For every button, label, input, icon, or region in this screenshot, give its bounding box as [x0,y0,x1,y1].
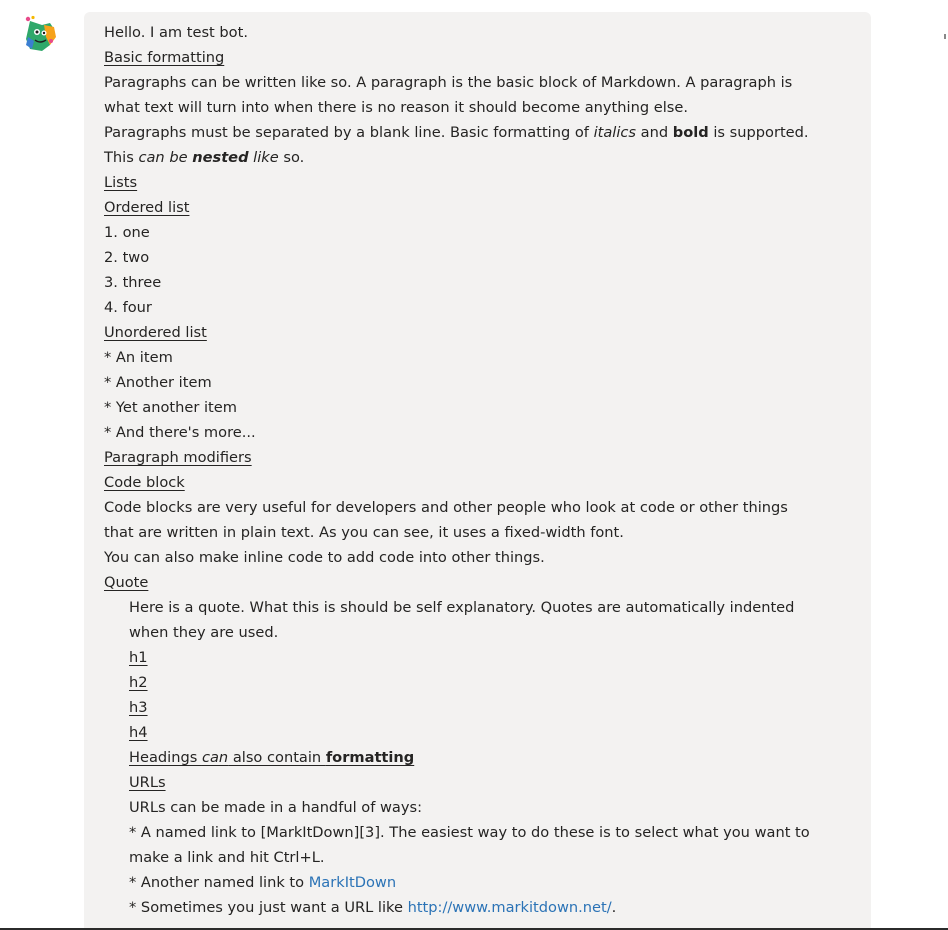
heading-lists: Lists [104,174,138,191]
heading-ordered-list: Ordered list [104,199,190,216]
quote-line: when they are used. [129,624,279,641]
ordered-list-item: 4. four [104,299,152,316]
url-list-item: * Another named link to MarkItDown [129,870,844,895]
text-span: Headings [129,749,202,766]
heading-with-formatting: Headings can also contain formatting [129,749,414,766]
heading-h1: h1 [129,649,148,666]
paragraph-line: what text will turn into when there is n… [104,99,688,116]
code-description-line: Code blocks are very useful for develope… [104,499,788,516]
text-span: is supported. [708,124,809,141]
italic-text: can [201,749,229,766]
nested-formatting-line: This can be nested like so. [104,145,844,170]
quote-block: Here is a quote. What this is should be … [104,595,844,920]
markitdown-link[interactable]: MarkItDown [309,874,396,891]
unordered-list-item: * An item [104,349,173,366]
text-span: This [104,149,139,166]
italic-text: like [248,149,279,166]
quote-line: Here is a quote. What this is should be … [129,599,795,616]
unordered-list-item: * Yet another item [104,399,237,416]
bold-text: formatting [325,749,415,766]
url-list-item: * Sometimes you just want a URL like htt… [129,895,844,920]
message-content: Hello. I am test bot. Basic formatting P… [104,20,844,920]
text-span: Paragraphs must be separated by a blank … [104,124,594,141]
italic-text: can be [138,149,193,166]
heading-unordered-list: Unordered list [104,324,207,341]
heading-urls: URLs [129,774,166,791]
text-span: also contain [228,749,326,766]
paragraph-formatting-line: Paragraphs must be separated by a blank … [104,120,844,145]
heading-quote: Quote [104,574,149,591]
unordered-list-item: * And there's more... [104,424,256,441]
heading-paragraph-modifiers: Paragraph modifiers [104,449,252,466]
text-span: * Sometimes you just want a URL like [129,899,408,916]
urls-intro-text: URLs can be made in a handful of ways: [129,799,423,816]
paragraph-line: Paragraphs can be written like so. A par… [104,74,793,91]
text-span: and [636,124,673,141]
ordered-list-item: 2. two [104,249,150,266]
code-description-line: that are written in plain text. As you c… [104,524,624,541]
markitdown-url-link[interactable]: http://www.markitdown.net/ [408,899,612,916]
heading-basic-formatting: Basic formatting [104,49,225,66]
text-span: * Another named link to [129,874,309,891]
right-edge-mark [944,34,946,39]
bold-text: bold [672,124,709,141]
heading-h2: h2 [129,674,148,691]
greeting-text: Hello. I am test bot. [104,24,248,41]
heading-h3: h3 [129,699,148,716]
bot-avatar-icon[interactable] [20,15,60,55]
bold-italic-text: nested [192,149,249,166]
italic-text: italics [593,124,637,141]
text-span: . [611,899,617,916]
ordered-list-item: 3. three [104,274,162,291]
ordered-list-item: 1. one [104,224,150,241]
url-list-item-continuation: make a link and hit Ctrl+L. [129,849,325,866]
heading-code-block: Code block [104,474,185,491]
text-span: so. [278,149,305,166]
inline-code-line: You can also make inline code to add cod… [104,549,545,566]
heading-h4: h4 [129,724,148,741]
url-list-item: * A named link to [MarkItDown][3]. The e… [129,824,810,841]
unordered-list-item: * Another item [104,374,212,391]
